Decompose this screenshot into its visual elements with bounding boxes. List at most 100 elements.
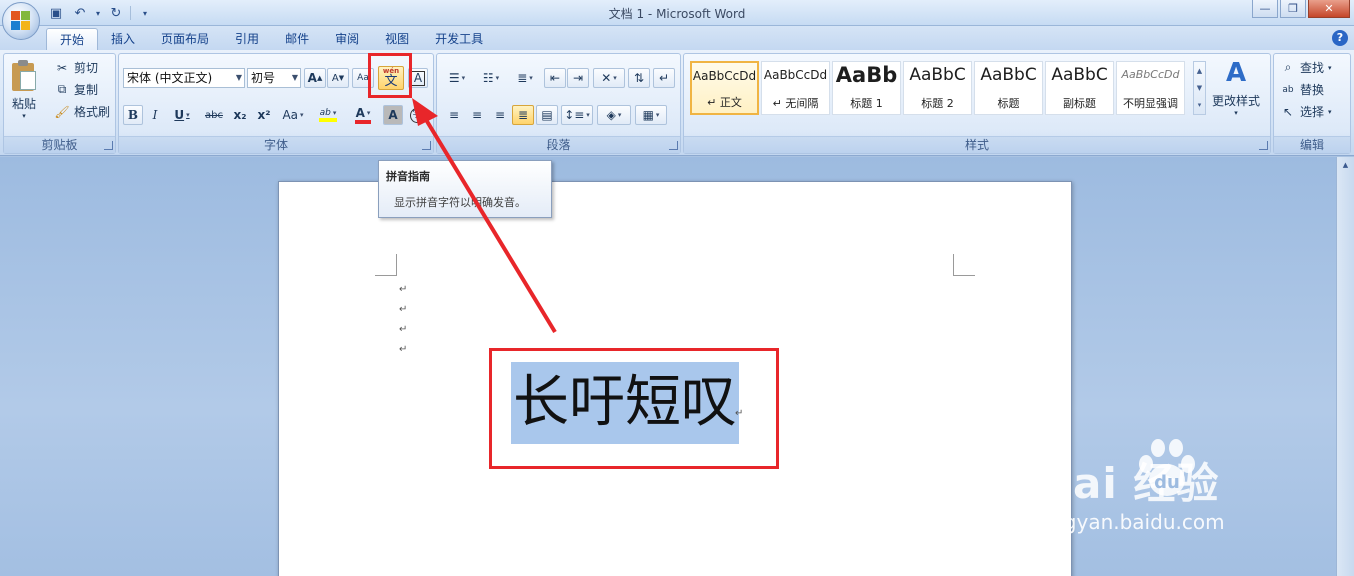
numbering-button[interactable]: ☷ ▾ <box>475 68 507 88</box>
cursor-icon: ↖ <box>1282 104 1294 119</box>
select-label: 选择 <box>1300 105 1325 119</box>
style-normal[interactable]: AaBbCcDd ↵ 正文 <box>690 61 759 115</box>
strikethrough-button[interactable]: abc <box>201 105 227 125</box>
tab-mailings[interactable]: 邮件 <box>272 28 322 50</box>
tab-page-layout[interactable]: 页面布局 <box>148 28 222 50</box>
minimize-icon[interactable]: — <box>1252 0 1278 18</box>
style-sample: AaBbC <box>1051 65 1108 85</box>
superscript-icon: x² <box>257 108 271 122</box>
style-no-spacing[interactable]: AaBbCcDd ↵ 无间隔 <box>761 61 830 115</box>
font-color-button[interactable]: A ▾ <box>347 105 379 125</box>
tab-developer[interactable]: 开发工具 <box>422 28 496 50</box>
paragraph-dialog-launcher-icon[interactable] <box>669 141 678 150</box>
multilevel-list-button[interactable]: ≣ ▾ <box>509 68 541 88</box>
style-subtitle[interactable]: AaBbC 副标题 <box>1045 61 1114 115</box>
find-button[interactable]: ⌕ 查找 ▾ <box>1280 59 1332 76</box>
align-left-icon: ≡ <box>448 108 460 122</box>
clipboard-dialog-launcher-icon[interactable] <box>104 141 113 150</box>
subscript-button[interactable]: x₂ <box>229 105 251 125</box>
tab-insert[interactable]: 插入 <box>98 28 148 50</box>
show-hide-marks-button[interactable]: ↵ <box>653 68 675 88</box>
tooltip-title: 拼音指南 <box>386 170 430 183</box>
style-sample: AaBbCcDd <box>1121 68 1180 81</box>
clipboard-group-label: 剪贴板 <box>4 136 115 153</box>
chinese-layout-icon: ✕ <box>601 71 612 85</box>
decrease-indent-button[interactable]: ⇤ <box>544 68 566 88</box>
office-button[interactable] <box>2 2 40 40</box>
character-shading-button[interactable]: A <box>383 105 403 125</box>
tooltip-body: 显示拼音字符以明确发音。 <box>394 196 526 209</box>
tab-references[interactable]: 引用 <box>222 28 272 50</box>
group-clipboard: 粘贴 ▾ ✂ 剪切 ⧉ 复制 🖌 格式刷 剪贴板 <box>3 53 116 154</box>
close-icon[interactable]: ✕ <box>1308 0 1350 18</box>
cut-button[interactable]: ✂ 剪切 <box>54 59 98 76</box>
align-right-button[interactable]: ≡ <box>489 105 511 125</box>
ribbon: 粘贴 ▾ ✂ 剪切 ⧉ 复制 🖌 格式刷 剪贴板 宋体 (中文正文) ▼ 初号 … <box>0 50 1354 156</box>
justify-button[interactable]: ≣ <box>512 105 534 125</box>
style-heading-1[interactable]: AaBb 标题 1 <box>832 61 901 115</box>
strikethrough-icon: abc <box>205 109 223 121</box>
copy-button[interactable]: ⧉ 复制 <box>54 81 98 98</box>
paste-icon <box>10 59 38 91</box>
styles-gallery-scroll[interactable]: ▲ ▼ ▾ <box>1193 61 1206 115</box>
gallery-more-icon[interactable]: ▾ <box>1198 101 1202 109</box>
increase-indent-button[interactable]: ⇥ <box>567 68 589 88</box>
change-styles-button[interactable]: A 更改样式 ▾ <box>1212 58 1260 117</box>
underline-button[interactable]: U ▾ <box>167 105 197 125</box>
scroll-up-icon[interactable]: ▲ <box>1340 161 1351 171</box>
margin-corner-mark <box>375 254 397 276</box>
format-painter-button[interactable]: 🖌 格式刷 <box>54 103 110 120</box>
font-name-combo[interactable]: 宋体 (中文正文) ▼ <box>123 68 245 88</box>
paste-button[interactable]: 粘贴 ▾ <box>10 59 38 120</box>
restore-icon[interactable]: ❐ <box>1280 0 1306 18</box>
format-painter-label: 格式刷 <box>74 105 111 119</box>
style-subtle-emphasis[interactable]: AaBbCcDd 不明显强调 <box>1116 61 1185 115</box>
shading-button[interactable]: ◈ ▾ <box>597 105 631 125</box>
enclose-characters-button[interactable]: 字 <box>407 105 427 125</box>
watermark-du: du <box>1154 472 1180 493</box>
highlight-button[interactable]: ab ▾ <box>311 105 345 125</box>
baidu-paw-icon: du <box>1139 439 1195 496</box>
font-dialog-launcher-icon[interactable] <box>422 141 431 150</box>
align-center-button[interactable]: ≡ <box>466 105 488 125</box>
italic-button[interactable]: I <box>145 105 165 125</box>
borders-button[interactable]: ▦ ▾ <box>635 105 667 125</box>
paragraph-mark: ↵ <box>399 344 408 355</box>
paragraph-mark: ↵ <box>399 304 408 315</box>
bold-button[interactable]: B <box>123 105 143 125</box>
find-label: 查找 <box>1300 61 1325 75</box>
brush-icon: 🖌 <box>54 104 70 119</box>
superscript-button[interactable]: x² <box>253 105 275 125</box>
change-case-button[interactable]: Aa ▾ <box>277 105 309 125</box>
tab-view[interactable]: 视图 <box>372 28 422 50</box>
tab-home[interactable]: 开始 <box>46 28 99 50</box>
line-spacing-button[interactable]: ↕≡ ▾ <box>561 105 593 125</box>
cut-label: 剪切 <box>74 61 99 75</box>
bullets-button[interactable]: ☰ ▾ <box>441 68 473 88</box>
phonetic-guide-tooltip: 拼音指南 显示拼音字符以明确发音。 <box>378 160 552 218</box>
scroll-up-icon[interactable]: ▲ <box>1197 67 1202 75</box>
increase-indent-icon: ⇥ <box>572 71 584 85</box>
subscript-icon: x₂ <box>233 108 247 122</box>
styles-dialog-launcher-icon[interactable] <box>1259 141 1268 150</box>
italic-icon: I <box>152 108 158 122</box>
style-title[interactable]: AaBbC 标题 <box>974 61 1043 115</box>
scroll-down-icon[interactable]: ▼ <box>1197 84 1202 92</box>
margin-corner-mark <box>953 254 975 276</box>
replace-button[interactable]: ab 替换 <box>1280 81 1324 98</box>
shrink-font-button[interactable]: A ▼ <box>327 68 349 88</box>
annotation-box-phonetic-button <box>368 53 412 98</box>
help-icon[interactable]: ? <box>1332 30 1348 46</box>
sort-button[interactable]: ⇅ <box>628 68 650 88</box>
grow-font-button[interactable]: A ▲ <box>304 68 326 88</box>
select-button[interactable]: ↖ 选择 ▾ <box>1280 103 1332 120</box>
align-left-button[interactable]: ≡ <box>443 105 465 125</box>
chevron-down-icon: ▼ <box>291 73 298 82</box>
chinese-layout-button[interactable]: ✕ ▾ <box>593 68 625 88</box>
distributed-button[interactable]: ▤ <box>536 105 558 125</box>
style-heading-2[interactable]: AaBbC 标题 2 <box>903 61 972 115</box>
tab-review[interactable]: 审阅 <box>322 28 372 50</box>
change-case-icon: Aa <box>282 108 299 122</box>
style-name: 标题 1 <box>850 97 883 110</box>
font-size-combo[interactable]: 初号 ▼ <box>247 68 301 88</box>
